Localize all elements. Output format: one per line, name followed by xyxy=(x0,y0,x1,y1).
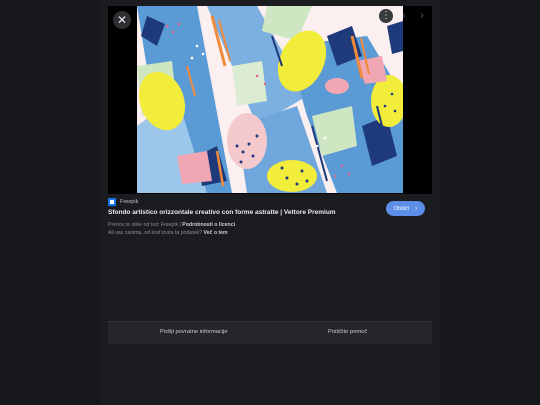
image-source[interactable]: Freepik xyxy=(108,198,138,206)
chevron-right-icon: › xyxy=(420,10,424,21)
chevron-left-icon: ‹ xyxy=(402,10,406,21)
chevron-right-icon: › xyxy=(415,205,418,212)
license-prefix: Prenos te slike od tod: Freepik | xyxy=(108,222,183,228)
license-info: Prenos te slike od tod: Freepik | Podrob… xyxy=(108,222,235,228)
source-name[interactable]: Freepik xyxy=(120,199,138,205)
source-favicon-icon xyxy=(108,198,116,206)
get-help-link[interactable]: Poiščite pomoč xyxy=(328,329,367,335)
more-options-button[interactable]: ⋮ xyxy=(379,9,393,23)
license-details-link[interactable]: Podrobnosti o licenci xyxy=(182,222,235,228)
preview-image[interactable] xyxy=(137,6,403,193)
more-vert-icon: ⋮ xyxy=(381,10,391,21)
learn-more-link[interactable]: Več o tem xyxy=(203,230,227,236)
send-feedback-link[interactable]: Pošlji povratne informacije xyxy=(160,329,228,335)
visit-button[interactable]: Obišči › xyxy=(386,201,425,216)
info-source-prefix: Ali vas zanima, od kod izvira ta podatek… xyxy=(108,230,204,236)
visit-label: Obišči xyxy=(393,205,410,212)
previous-image-button[interactable]: ‹ xyxy=(398,10,410,22)
footer-bar: Pošlji povratne informacije Poiščite pom… xyxy=(108,321,432,344)
image-title[interactable]: Sfondo artistico orizzontale creativo co… xyxy=(108,209,336,216)
close-icon: ✕ xyxy=(116,13,128,27)
abstract-artwork xyxy=(137,6,403,193)
next-image-button[interactable]: › xyxy=(416,10,428,22)
close-button[interactable]: ✕ xyxy=(113,11,131,29)
info-source-line: Ali vas zanima, od kod izvira ta podatek… xyxy=(108,230,228,236)
